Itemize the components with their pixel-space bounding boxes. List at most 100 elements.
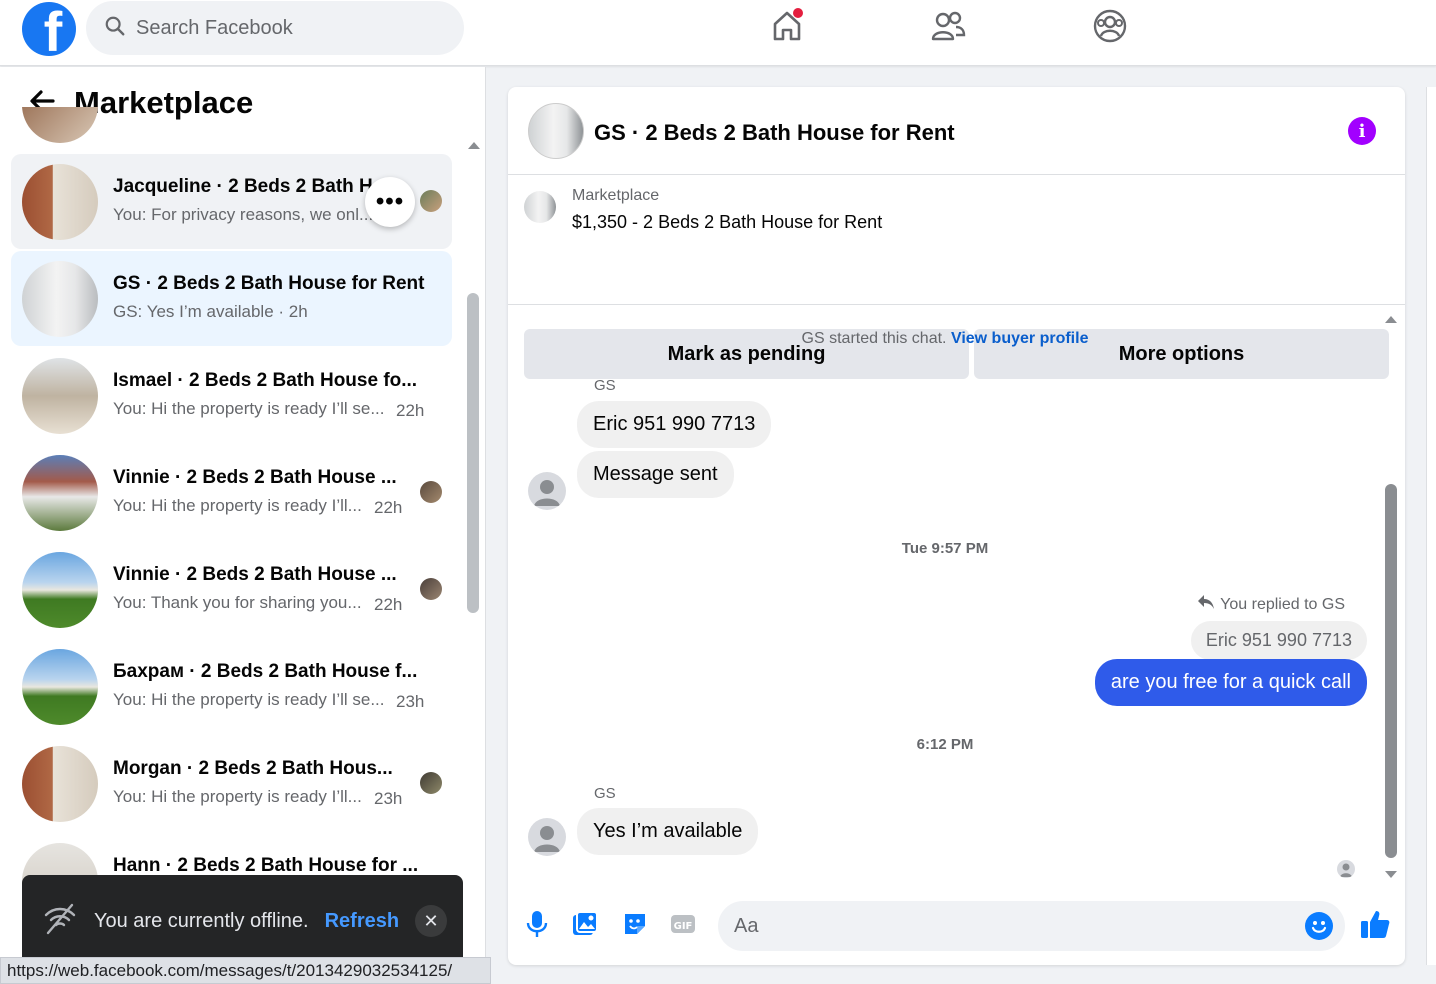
reply-indicator: You replied to GS: [1197, 594, 1345, 615]
conversation-name: Vinnie · 2 Beds 2 Bath House ...: [113, 467, 397, 488]
friends-nav-button[interactable]: [928, 8, 968, 48]
seen-avatar: [1337, 860, 1355, 878]
top-bar: f: [0, 0, 1436, 66]
conversation-item[interactable]: Vinnie · 2 Beds 2 Bath House ... You: Th…: [11, 542, 452, 637]
conversation-snippet: GS: Yes I’m available · 2h: [113, 302, 308, 321]
message-composer: GIF: [508, 887, 1405, 965]
offline-wifi-icon: [42, 901, 78, 942]
page-title: Marketplace: [74, 85, 254, 120]
partial-thumbnail: [22, 107, 98, 143]
microphone-button[interactable]: [520, 909, 554, 943]
conversation-name: Hann · 2 Beds 2 Bath House for ...: [113, 855, 419, 876]
conversation-time: 22h: [374, 595, 403, 614]
more-options-button[interactable]: •••: [365, 177, 415, 227]
message-bubble[interactable]: Eric 951 990 7713: [577, 401, 772, 448]
participant-avatar: [420, 578, 442, 600]
chat-scrollbar[interactable]: [1385, 484, 1397, 858]
photo-button[interactable]: [568, 909, 602, 943]
view-buyer-profile-link[interactable]: View buyer profile: [951, 330, 1089, 347]
listing-thumbnail: [524, 191, 556, 223]
conversation-item[interactable]: Jacqueline · 2 Beds 2 Bath H You: For pr…: [11, 154, 452, 249]
conversation-time: 23h: [396, 692, 425, 711]
conversation-item[interactable]: Бахрам · 2 Beds 2 Bath House f... You: H…: [11, 639, 452, 734]
conversation-snippet: You: For privacy reasons, we onl...: [113, 205, 374, 224]
quoted-message[interactable]: Eric 951 990 7713: [1190, 621, 1367, 660]
sidebar-scrollbar[interactable]: [467, 293, 479, 613]
listing-thumbnail: [22, 649, 98, 725]
listing-thumbnail: [22, 746, 98, 822]
reply-arrow-icon: [1197, 594, 1215, 615]
my-message-bubble[interactable]: are you free for a quick call: [1094, 659, 1367, 706]
chat-started-notice: GS started this chat. View buyer profile: [801, 330, 1089, 347]
search-box[interactable]: [86, 1, 464, 55]
sticker-icon: [621, 910, 649, 943]
chat-avatar[interactable]: [528, 103, 584, 159]
chat-panel: GS · 2 Beds 2 Bath House for Rent i Mark…: [508, 87, 1405, 965]
groups-icon: [1092, 8, 1128, 49]
conversation-item[interactable]: Ismael · 2 Beds 2 Bath House fo... You: …: [11, 348, 452, 443]
more-dots-icon: •••: [375, 188, 405, 215]
offline-message: You are currently offline.: [94, 909, 309, 932]
timestamp: 6:12 PM: [916, 736, 974, 753]
photo-icon: [571, 910, 599, 943]
participant-avatar: [420, 481, 442, 503]
listing-thumbnail: [22, 455, 98, 531]
timestamp: Tue 9:57 PM: [901, 540, 989, 557]
search-input[interactable]: [136, 16, 436, 40]
facebook-logo[interactable]: f: [22, 2, 76, 56]
conversation-item[interactable]: Morgan · 2 Beds 2 Bath Hous... You: Hi t…: [11, 736, 452, 831]
status-url-bar: https://web.facebook.com/messages/t/2013…: [0, 957, 491, 984]
search-icon: [104, 15, 126, 42]
conversation-snippet: You: Hi the property is ready I’ll se...: [113, 399, 385, 418]
adjacent-panel-edge: [1426, 87, 1436, 965]
notification-dot: [793, 8, 803, 18]
listing-thumbnail: [22, 164, 98, 240]
listing-thumbnail: [22, 552, 98, 628]
close-icon: ✕: [423, 910, 439, 931]
message-input-box[interactable]: [718, 901, 1345, 951]
scroll-up-arrow-icon[interactable]: [467, 137, 481, 155]
message-bubble[interactable]: Message sent: [577, 451, 734, 498]
emoji-icon[interactable]: [1305, 912, 1333, 940]
participant-avatar: [420, 190, 442, 212]
scroll-down-arrow-icon[interactable]: [1384, 867, 1398, 885]
sender-avatar: [528, 818, 566, 856]
conversation-name: Бахрам · 2 Beds 2 Bath House f...: [113, 661, 418, 682]
listing-card: Marketplace $1,350 - 2 Beds 2 Bath House…: [508, 175, 1405, 379]
conversation-snippet: You: Hi the property is ready I’ll...: [113, 787, 362, 806]
message-bubble[interactable]: Yes I’m available: [577, 808, 759, 855]
listing-price[interactable]: $1,350 - 2 Beds 2 Bath House for Rent: [572, 212, 882, 233]
conversation-snippet: You: Hi the property is ready I’ll se...: [113, 690, 385, 709]
conversation-item-active[interactable]: GS · 2 Beds 2 Bath House for Rent GS: Ye…: [11, 251, 452, 346]
message-thread: GS started this chat. View buyer profile…: [508, 306, 1405, 886]
conversation-name: GS · 2 Beds 2 Bath House for Rent: [113, 273, 425, 294]
conversation-time: 22h: [396, 401, 425, 420]
sticker-button[interactable]: [618, 909, 652, 943]
gif-icon: GIF: [669, 910, 697, 943]
gif-button[interactable]: GIF: [666, 909, 700, 943]
conversation-time: 23h: [374, 789, 403, 808]
message-input[interactable]: [734, 914, 1274, 938]
conversation-name: Morgan · 2 Beds 2 Bath Hous...: [113, 758, 393, 779]
conversation-item[interactable]: Vinnie · 2 Beds 2 Bath House ... You: Hi…: [11, 445, 452, 540]
thumbs-up-icon: [1359, 908, 1391, 945]
scroll-up-arrow-icon[interactable]: [1384, 311, 1398, 329]
microphone-icon: [526, 910, 548, 943]
chat-title[interactable]: GS · 2 Beds 2 Bath House for Rent: [594, 120, 955, 146]
sender-name: GS: [594, 785, 616, 802]
home-nav-button[interactable]: [767, 8, 807, 48]
friends-icon: [930, 9, 966, 48]
conversation-time: 22h: [374, 498, 403, 517]
listing-thumbnail: [22, 261, 98, 337]
sender-name: GS: [594, 377, 616, 394]
close-toast-button[interactable]: ✕: [415, 905, 448, 937]
groups-nav-button[interactable]: [1090, 8, 1130, 48]
offline-toast: You are currently offline. Refresh ✕: [22, 875, 463, 967]
conversation-sidebar: Marketplace Jacqueline · 2 Beds 2 Bath H…: [0, 67, 486, 984]
refresh-link[interactable]: Refresh: [325, 910, 399, 933]
conversation-name: Ismael · 2 Beds 2 Bath House fo...: [113, 370, 418, 391]
info-icon[interactable]: i: [1348, 117, 1376, 145]
like-button[interactable]: [1358, 909, 1392, 943]
participant-avatar: [420, 772, 442, 794]
listing-thumbnail: [22, 358, 98, 434]
